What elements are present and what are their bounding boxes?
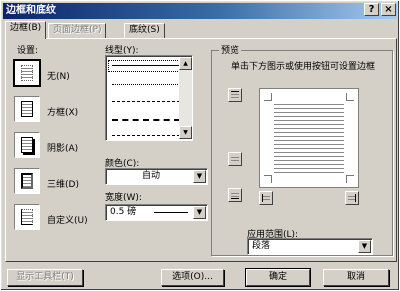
preview-area[interactable] <box>259 88 359 188</box>
selected-line-style <box>108 60 180 72</box>
line-style-dotted[interactable] <box>112 84 180 85</box>
chevron-down-icon[interactable]: ▼ <box>358 240 371 253</box>
title-bar: 边框和底纹 <box>3 3 397 19</box>
window-title: 边框和底纹 <box>6 5 56 16</box>
right-border-button[interactable] <box>345 191 359 205</box>
line-style-scrollbar[interactable]: ▲ ▼ <box>179 57 192 139</box>
setting-3d-label[interactable]: 三维(D) <box>47 177 79 190</box>
inside-border-button[interactable] <box>228 152 242 166</box>
preview-hint: 单击下方图示或使用按钮可设置边框 <box>231 62 376 72</box>
preview-heading: 预览 <box>219 43 242 56</box>
line-style-dash[interactable] <box>112 119 180 121</box>
setting-custom-icon[interactable] <box>14 204 40 230</box>
page-preview-icon <box>21 101 33 117</box>
corner-mark <box>264 175 272 183</box>
page-preview-icon <box>21 209 33 225</box>
show-toolbar-button[interactable]: 显示工具栏(T) <box>7 269 83 286</box>
setting-box-icon[interactable] <box>14 96 40 122</box>
setting-custom-label[interactable]: 自定义(U) <box>47 213 88 226</box>
line-style-solid[interactable] <box>112 65 180 66</box>
width-select[interactable]: 0.5 磅 ▼ <box>105 204 208 221</box>
setting-shadow-label[interactable]: 阴影(A) <box>47 141 78 154</box>
scroll-up-icon[interactable]: ▲ <box>179 57 192 70</box>
corner-mark <box>264 93 272 101</box>
corner-mark <box>346 93 354 101</box>
width-value: 0.5 磅 <box>110 207 137 217</box>
top-border-button[interactable] <box>228 88 242 102</box>
setting-none-label[interactable]: 无(N) <box>47 69 70 82</box>
top-border-icon <box>231 91 239 99</box>
line-style-dash-dot[interactable] <box>112 135 180 136</box>
borders-and-shading-dialog: 边框和底纹 ? × 边框(B) 页面边框(P) 底纹(S) 设置: 无(N) 方… <box>0 0 400 291</box>
options-button[interactable]: 选项(O)... <box>161 269 224 286</box>
ok-button[interactable]: 确定 <box>245 268 311 287</box>
tab-borders[interactable]: 边框(B) <box>5 21 47 39</box>
width-sample-line <box>154 212 188 213</box>
chevron-down-icon[interactable]: ▼ <box>193 170 206 183</box>
inside-border-icon <box>231 155 239 163</box>
left-border-icon <box>262 194 270 202</box>
setting-3d-icon[interactable] <box>14 168 40 194</box>
bottom-border-icon <box>231 191 239 199</box>
width-label: 宽度(W): <box>105 193 142 203</box>
page-preview-icon <box>21 173 33 189</box>
settings-heading: 设置: <box>17 46 39 56</box>
left-border-button[interactable] <box>259 191 273 205</box>
color-select[interactable]: 自动 ▼ <box>105 168 208 185</box>
bottom-border-button[interactable] <box>228 188 242 202</box>
close-button[interactable]: × <box>381 3 396 16</box>
apply-to-select[interactable]: 段落 ▼ <box>247 238 373 255</box>
scroll-down-icon[interactable]: ▼ <box>179 126 192 139</box>
close-icon: × <box>384 4 393 15</box>
line-style-small-dash[interactable] <box>112 101 180 102</box>
page-preview-icon <box>21 65 33 81</box>
corner-mark <box>346 175 354 183</box>
setting-box-label[interactable]: 方框(X) <box>47 105 78 118</box>
color-value: 自动 <box>142 171 161 181</box>
preview-text-lines <box>274 101 344 173</box>
tab-page-border[interactable]: 页面边框(P) <box>48 23 107 38</box>
tab-shading[interactable]: 底纹(S) <box>124 23 165 38</box>
help-button[interactable]: ? <box>364 3 379 16</box>
apply-to-value: 段落 <box>252 241 271 251</box>
cancel-button[interactable]: 取消 <box>323 269 389 286</box>
right-border-icon <box>348 194 356 202</box>
setting-shadow-icon[interactable] <box>14 132 40 158</box>
page-preview-icon <box>21 137 33 153</box>
chevron-down-icon[interactable]: ▼ <box>193 206 206 219</box>
setting-none-icon[interactable] <box>13 59 41 87</box>
help-icon: ? <box>368 4 375 15</box>
